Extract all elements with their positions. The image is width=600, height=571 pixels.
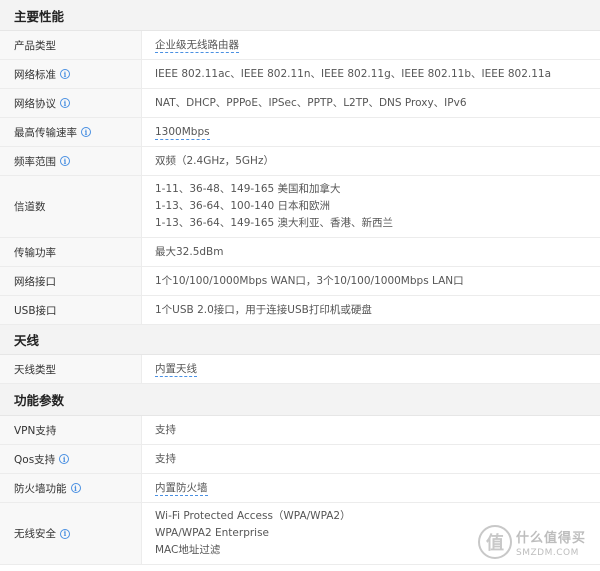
spec-value-cell: 支持 <box>142 445 600 473</box>
spec-value-cell: 支持 <box>142 416 600 444</box>
spec-label-cell: VPN支持 <box>0 416 142 444</box>
spec-value: MAC地址过滤 <box>155 544 221 556</box>
spec-label: 最高传输速率 <box>14 126 77 139</box>
spec-value-cell: 内置防火墙 <box>142 474 600 502</box>
spec-value-link[interactable]: 内置天线 <box>155 362 197 377</box>
info-icon[interactable]: i <box>60 69 70 79</box>
spec-value-cell: 1-11、36-48、149-165 美国和加拿大 1-13、36-64、100-… <box>142 176 600 237</box>
spec-value-cell: NAT、DHCP、PPPoE、IPSec、PPTP、L2TP、DNS Proxy… <box>142 89 600 117</box>
spec-value: 双频（2.4GHz，5GHz） <box>155 154 274 167</box>
watermark: 值 什么值得买 SMZDM.COM <box>478 517 596 567</box>
spec-label: 信道数 <box>14 201 46 213</box>
spec-row: 天线类型 内置天线 <box>0 355 600 384</box>
spec-value: IEEE 802.11ac、IEEE 802.11n、IEEE 802.11g、… <box>155 67 552 80</box>
spec-row: 最高传输速率 i 1300Mbps <box>0 118 600 147</box>
spec-label-cell: 天线类型 <box>0 355 142 383</box>
spec-value: WPA/WPA2 Enterprise <box>155 527 270 539</box>
info-icon[interactable]: i <box>81 127 91 137</box>
spec-value: 1-11、36-48、149-165 美国和加拿大 <box>155 183 341 195</box>
spec-row: 频率范围 i 双频（2.4GHz，5GHz） <box>0 147 600 176</box>
spec-row: 传输功率 最大32.5dBm <box>0 238 600 267</box>
section-header: 主要性能 <box>0 0 600 31</box>
spec-label: 网络接口 <box>14 275 56 288</box>
spec-value: 支持 <box>155 423 176 436</box>
spec-label: Qos支持 <box>14 453 56 466</box>
watermark-en: SMZDM.COM <box>516 547 579 558</box>
info-icon[interactable]: i <box>70 483 81 493</box>
spec-label-cell: 传输功率 <box>0 238 142 266</box>
spec-value-cell: 1个USB 2.0接口，用于连接USB打印机或硬盘 <box>142 296 600 324</box>
spec-table: 主要性能产品类型 企业级无线路由器网络标准 i IEEE 802.11ac、IEEE … <box>0 0 600 565</box>
spec-label: 防火墙功能 <box>14 482 67 495</box>
watermark-cn: 什么值得买 <box>516 530 587 546</box>
section-header: 天线 <box>0 325 600 355</box>
spec-value-cell: 最大32.5dBm <box>142 238 600 266</box>
spec-value-cell: 1个10/100/1000Mbps WAN口，3个10/100/1000Mbps… <box>142 267 600 295</box>
spec-label: 网络标准 <box>14 68 56 81</box>
spec-label-cell: Qos支持 i <box>0 445 142 473</box>
spec-row: Qos支持 i 支持 <box>0 445 600 474</box>
spec-label: 产品类型 <box>14 39 56 52</box>
spec-row: 产品类型 企业级无线路由器 <box>0 31 600 60</box>
spec-label: 传输功率 <box>14 246 56 259</box>
spec-label-cell: 网络标准 i <box>0 60 142 88</box>
spec-row: USB接口 1个USB 2.0接口，用于连接USB打印机或硬盘 <box>0 296 600 325</box>
spec-value: 1个10/100/1000Mbps WAN口，3个10/100/1000Mbps… <box>155 274 464 287</box>
spec-value-cell: 企业级无线路由器 <box>142 31 600 59</box>
spec-value: 1-13、36-64、100-140 日本和欧洲 <box>155 200 331 212</box>
spec-row: VPN支持 支持 <box>0 416 600 445</box>
spec-label-cell: 防火墙功能 i <box>0 474 142 502</box>
spec-value: 支持 <box>155 452 176 465</box>
spec-label: VPN支持 <box>14 424 57 437</box>
spec-value-link[interactable]: 1300Mbps <box>155 125 210 140</box>
spec-row: 网络接口 1个10/100/1000Mbps WAN口，3个10/100/1000… <box>0 267 600 296</box>
spec-label-cell: 网络协议 i <box>0 89 142 117</box>
spec-value-cell: 双频（2.4GHz，5GHz） <box>142 147 600 175</box>
spec-value-link[interactable]: 企业级无线路由器 <box>155 38 239 53</box>
spec-label-cell: USB接口 <box>0 296 142 324</box>
spec-label-cell: 最高传输速率 i <box>0 118 142 146</box>
info-icon[interactable]: i <box>60 528 70 539</box>
spec-label: 频率范围 <box>14 155 56 168</box>
spec-value-cell: 1300Mbps <box>142 118 600 146</box>
spec-page: 主要性能产品类型 企业级无线路由器网络标准 i IEEE 802.11ac、IEEE … <box>0 0 600 571</box>
info-icon[interactable]: i <box>60 98 70 108</box>
info-icon[interactable]: i <box>60 156 70 166</box>
spec-label: 天线类型 <box>14 363 56 376</box>
spec-label-cell: 信道数 <box>0 176 142 237</box>
spec-value-cell: 内置天线 <box>142 355 600 383</box>
spec-row: 网络协议 i NAT、DHCP、PPPoE、IPSec、PPTP、L2TP、DNS … <box>0 89 600 118</box>
info-icon[interactable]: i <box>59 454 70 464</box>
spec-value-cell: IEEE 802.11ac、IEEE 802.11n、IEEE 802.11g、… <box>142 60 600 88</box>
spec-label-cell: 网络接口 <box>0 267 142 295</box>
spec-label: USB接口 <box>14 304 57 317</box>
spec-label-cell: 产品类型 <box>0 31 142 59</box>
spec-label-cell: 无线安全 i <box>0 503 142 564</box>
spec-label: 网络协议 <box>14 97 56 110</box>
spec-row: 信道数 1-11、36-48、149-165 美国和加拿大 1-13、36-64、1… <box>0 176 600 238</box>
spec-row: 防火墙功能 i 内置防火墙 <box>0 474 600 503</box>
spec-value: NAT、DHCP、PPPoE、IPSec、PPTP、L2TP、DNS Proxy… <box>155 96 467 109</box>
spec-label-cell: 频率范围 i <box>0 147 142 175</box>
spec-value: Wi-Fi Protected Access（WPA/WPA2） <box>155 510 351 522</box>
watermark-logo-icon: 值 <box>478 525 512 559</box>
spec-row: 网络标准 i IEEE 802.11ac、IEEE 802.11n、IEEE 802… <box>0 60 600 89</box>
spec-value-link[interactable]: 内置防火墙 <box>155 481 208 496</box>
spec-value: 1个USB 2.0接口，用于连接USB打印机或硬盘 <box>155 303 372 316</box>
section-header: 功能参数 <box>0 384 600 416</box>
spec-label: 无线安全 <box>14 528 56 540</box>
spec-value: 最大32.5dBm <box>155 245 224 258</box>
spec-value: 1-13、36-64、149-165 澳大利亚、香港、新西兰 <box>155 217 394 229</box>
